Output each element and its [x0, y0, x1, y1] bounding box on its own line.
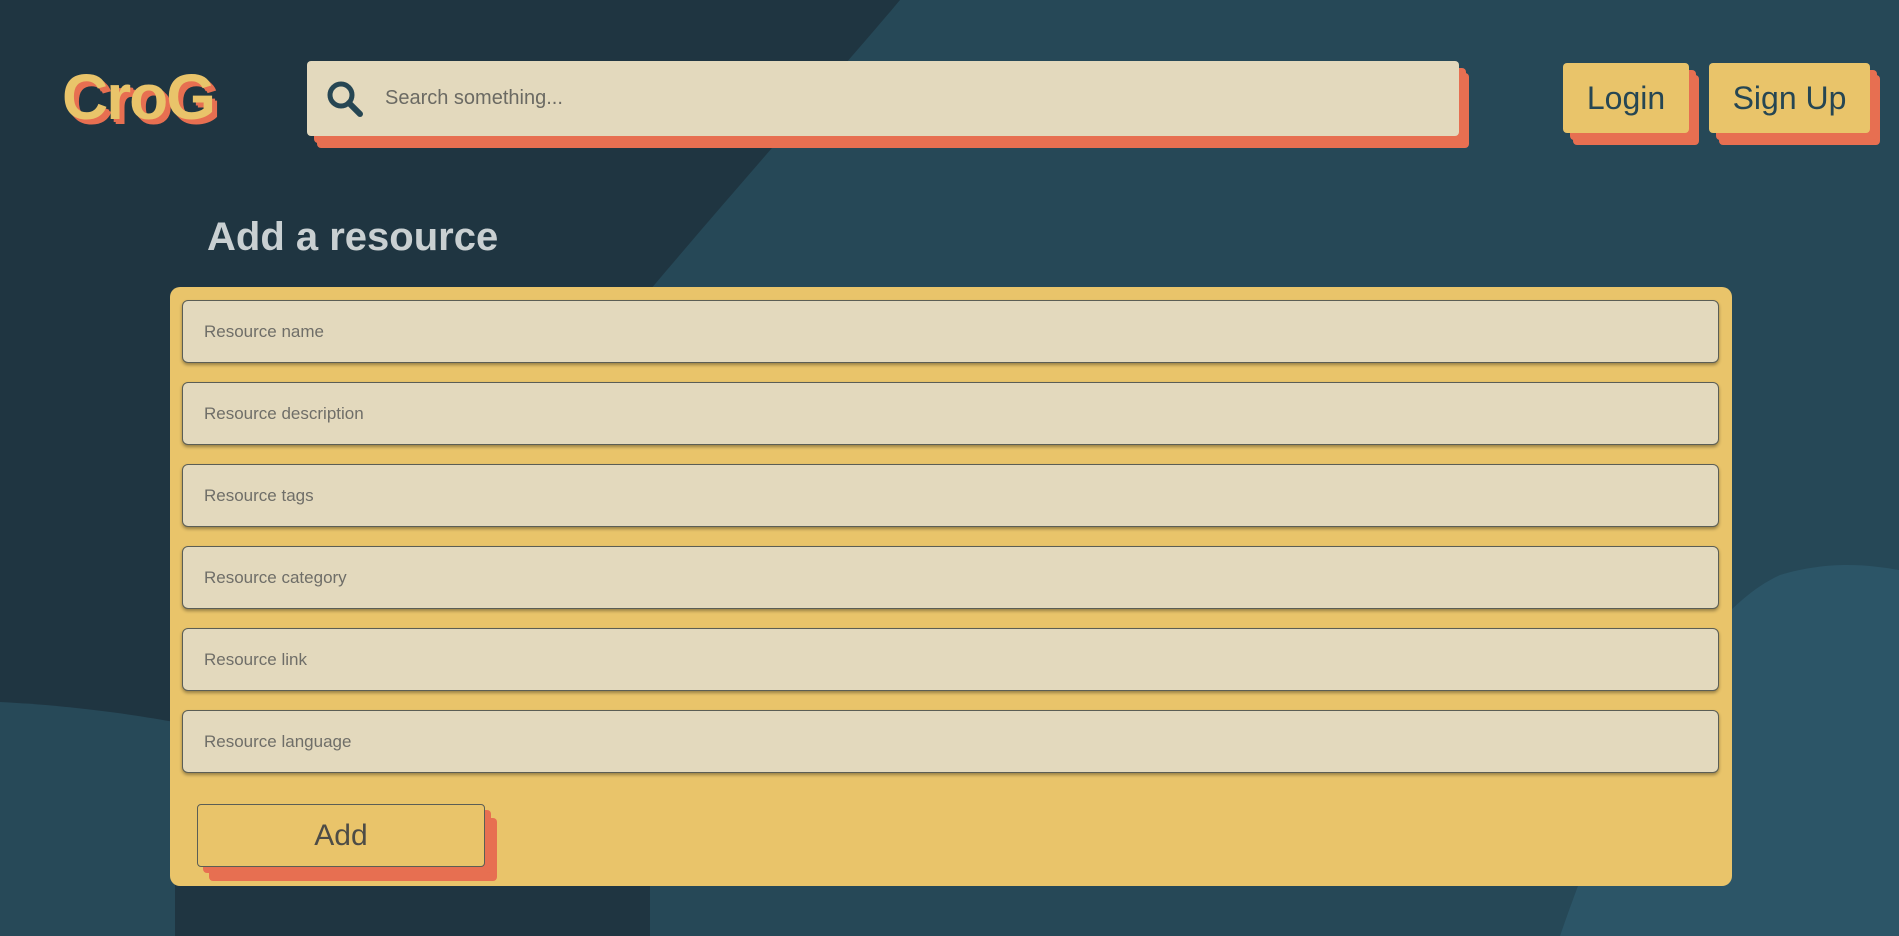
resource-tags-field[interactable]	[182, 464, 1719, 527]
add-resource-button[interactable]: Add	[197, 804, 485, 867]
app-logo[interactable]: CroG	[62, 60, 216, 134]
page-title: Add a resource	[207, 215, 499, 259]
search-input[interactable]	[385, 61, 1459, 136]
resource-language-field[interactable]	[182, 710, 1719, 773]
resource-description-field[interactable]	[182, 382, 1719, 445]
resource-category-field[interactable]	[182, 546, 1719, 609]
search-icon[interactable]	[323, 77, 367, 121]
search-bar[interactable]	[307, 61, 1459, 136]
signup-button[interactable]: Sign Up	[1709, 63, 1870, 133]
add-resource-form: Add	[170, 287, 1732, 886]
login-button[interactable]: Login	[1563, 63, 1689, 133]
resource-link-field[interactable]	[182, 628, 1719, 691]
resource-name-field[interactable]	[182, 300, 1719, 363]
